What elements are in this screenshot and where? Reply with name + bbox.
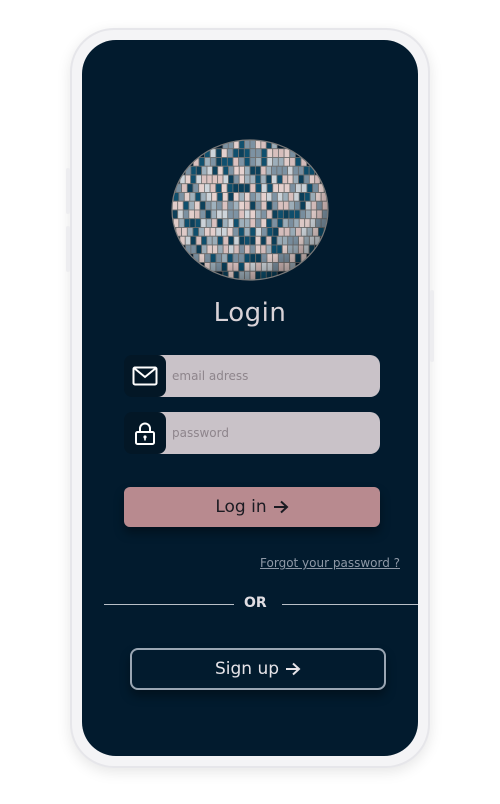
phone-side-button-right (430, 290, 434, 362)
page-title: Login (213, 298, 287, 328)
disco-ball-icon (171, 139, 329, 281)
phone-side-button-left (66, 168, 70, 214)
phone-side-button-left-2 (66, 226, 70, 272)
lock-icon (124, 412, 166, 454)
login-button-label: Log in (215, 497, 267, 517)
email-field-group (124, 355, 380, 397)
login-screen: Login Log in (82, 40, 418, 756)
forgot-password-link[interactable]: Forgot your password ? (260, 556, 400, 570)
phone-frame: Login Log in (66, 28, 434, 768)
email-field[interactable] (156, 355, 380, 397)
envelope-icon (124, 355, 166, 397)
divider-line-left (104, 604, 234, 605)
or-label: OR (244, 595, 267, 611)
arrow-right-icon (285, 662, 301, 676)
or-divider: OR (104, 594, 418, 614)
signup-button[interactable]: Sign up (130, 648, 386, 690)
signup-button-label: Sign up (214, 659, 280, 679)
login-button[interactable]: Log in (124, 487, 380, 527)
arrow-right-icon (273, 500, 289, 514)
password-field-group (124, 412, 380, 454)
password-field[interactable] (156, 412, 380, 454)
divider-line-right (282, 604, 418, 605)
